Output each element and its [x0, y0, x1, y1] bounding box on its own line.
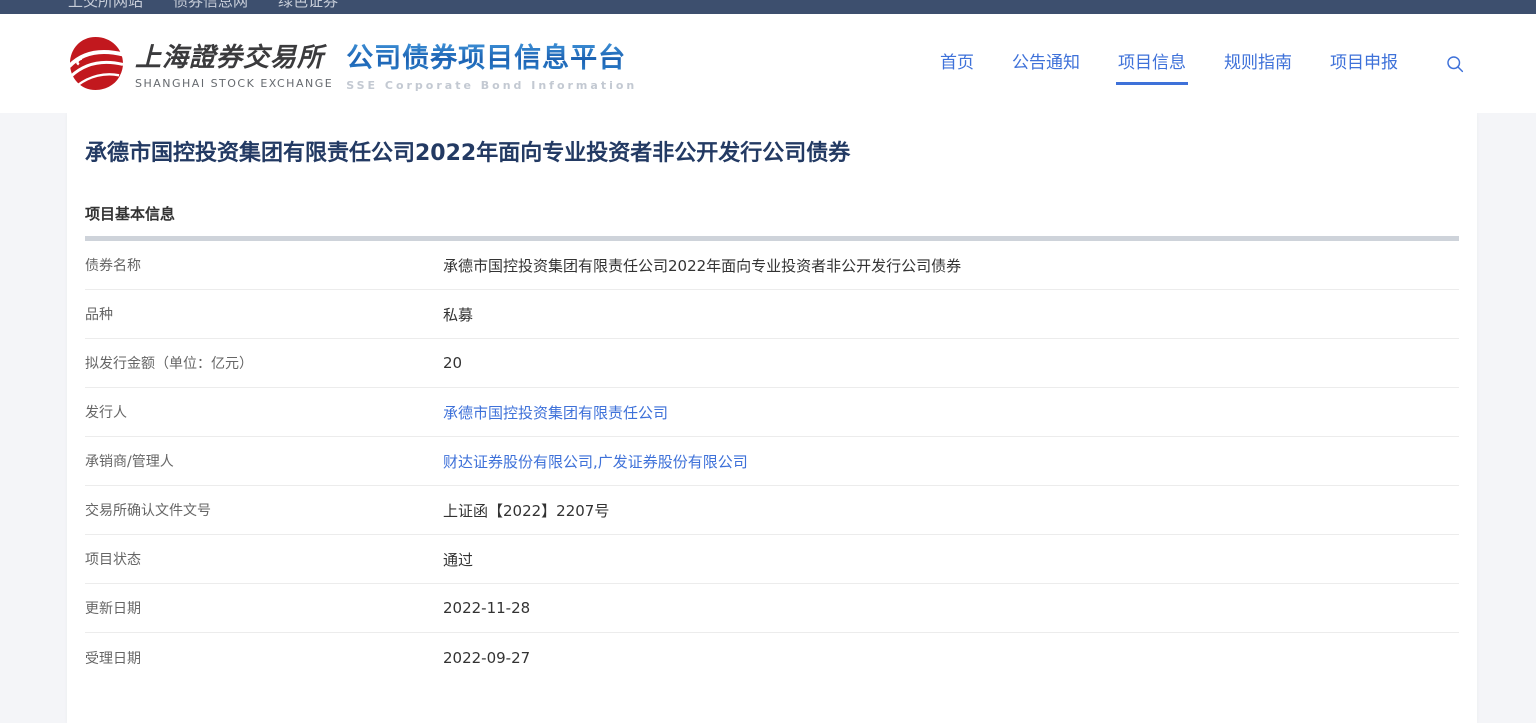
- exchange-name-cn: 上海證券交易所: [135, 37, 333, 74]
- row-value: 20: [443, 354, 462, 372]
- row-value: 私募: [443, 304, 473, 325]
- topbar-link-2[interactable]: 债券信息网: [173, 0, 248, 11]
- nav-item-3[interactable]: 项目信息: [1116, 42, 1188, 85]
- row-value: 上证函【2022】2207号: [443, 500, 609, 521]
- table-row: 受理日期2022-09-27: [85, 633, 1459, 682]
- row-value: 通过: [443, 549, 473, 570]
- search-icon[interactable]: [1446, 55, 1464, 73]
- row-value-link[interactable]: 承德市国控投资集团有限责任公司: [443, 402, 668, 423]
- table-row: 品种私募: [85, 290, 1459, 339]
- table-row: 债券名称承德市国控投资集团有限责任公司2022年面向专业投资者非公开发行公司债券: [85, 241, 1459, 290]
- topbar-link-1[interactable]: 上交所网站: [68, 0, 143, 11]
- row-label: 品种: [85, 304, 443, 324]
- exchange-name-en: SHANGHAI STOCK EXCHANGE: [135, 77, 333, 90]
- row-label: 承销商/管理人: [85, 451, 443, 471]
- topbar-link-3[interactable]: 绿色证券: [278, 0, 338, 11]
- sse-emblem-icon: [68, 36, 125, 91]
- row-label: 发行人: [85, 402, 443, 422]
- site-logo: 上海證券交易所 SHANGHAI STOCK EXCHANGE 公司债券项目信息…: [68, 36, 637, 92]
- page-title: 承德市国控投资集团有限责任公司2022年面向专业投资者非公开发行公司债券: [85, 139, 1459, 169]
- exchange-name-block: 上海證券交易所 SHANGHAI STOCK EXCHANGE: [135, 37, 333, 90]
- nav-item-2[interactable]: 公告通知: [1010, 42, 1082, 85]
- platform-title-block: 公司债券项目信息平台 SSE Corporate Bond Informatio…: [346, 36, 637, 92]
- nav-item-1[interactable]: 首页: [938, 42, 976, 85]
- content-card: 承德市国控投资集团有限责任公司2022年面向专业投资者非公开发行公司债券 项目基…: [67, 113, 1477, 723]
- project-info-table: 债券名称承德市国控投资集团有限责任公司2022年面向专业投资者非公开发行公司债券…: [85, 236, 1459, 682]
- row-value: 2022-11-28: [443, 599, 530, 617]
- row-label: 项目状态: [85, 549, 443, 569]
- row-label: 债券名称: [85, 255, 443, 275]
- table-row: 承销商/管理人财达证券股份有限公司,广发证券股份有限公司: [85, 437, 1459, 486]
- row-value-link[interactable]: 财达证券股份有限公司,广发证券股份有限公司: [443, 451, 748, 472]
- site-header: 上海證券交易所 SHANGHAI STOCK EXCHANGE 公司债券项目信息…: [0, 14, 1536, 113]
- section-heading-basic-info: 项目基本信息: [85, 203, 1459, 224]
- info-table-body: 债券名称承德市国控投资集团有限责任公司2022年面向专业投资者非公开发行公司债券…: [85, 241, 1459, 682]
- top-utility-links: 上交所网站 债券信息网 绿色证券: [0, 0, 1536, 11]
- table-row: 项目状态通过: [85, 535, 1459, 584]
- top-utility-bar: 上交所网站 债券信息网 绿色证券: [0, 0, 1536, 14]
- table-row: 交易所确认文件文号上证函【2022】2207号: [85, 486, 1459, 535]
- row-label: 交易所确认文件文号: [85, 500, 443, 520]
- table-row: 拟发行金额（单位：亿元）20: [85, 339, 1459, 388]
- row-label: 拟发行金额（单位：亿元）: [85, 353, 443, 373]
- table-row: 发行人承德市国控投资集团有限责任公司: [85, 388, 1459, 437]
- row-label: 受理日期: [85, 648, 443, 668]
- row-value: 2022-09-27: [443, 649, 530, 667]
- main-nav: 首页公告通知项目信息规则指南项目申报: [938, 14, 1464, 113]
- nav-item-4[interactable]: 规则指南: [1222, 42, 1294, 85]
- nav-item-5[interactable]: 项目申报: [1328, 42, 1400, 85]
- row-label: 更新日期: [85, 598, 443, 618]
- platform-title-cn: 公司债券项目信息平台: [346, 36, 637, 75]
- row-value: 承德市国控投资集团有限责任公司2022年面向专业投资者非公开发行公司债券: [443, 255, 961, 276]
- table-row: 更新日期2022-11-28: [85, 584, 1459, 633]
- platform-title-en: SSE Corporate Bond Information: [346, 79, 637, 92]
